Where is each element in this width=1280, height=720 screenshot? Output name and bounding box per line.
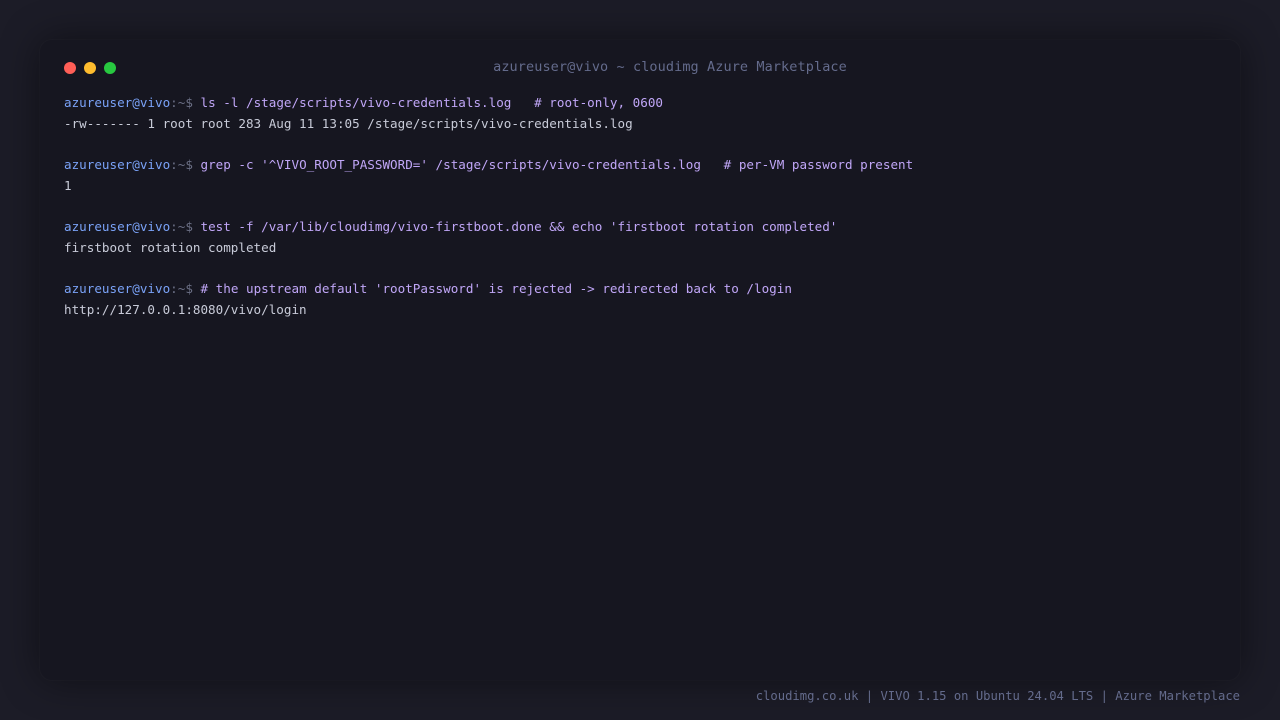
command-text: # the upstream default 'rootPassword' is… (200, 281, 792, 296)
prompt-user-host: azureuser@vivo (64, 219, 171, 234)
terminal-window: azureuser@vivo ~ cloudimg Azure Marketpl… (40, 40, 1240, 680)
window-titlebar: azureuser@vivo ~ cloudimg Azure Marketpl… (40, 40, 1240, 96)
prompt-path: :~$ (170, 95, 201, 110)
prompt-path: :~$ (170, 157, 201, 172)
command-text: grep -c '^VIVO_ROOT_PASSWORD=' /stage/sc… (200, 157, 914, 172)
command-text: ls -l /stage/scripts/vivo-credentials.lo… (200, 95, 664, 110)
command-output: firstboot rotation completed (64, 240, 277, 255)
prompt-user-host: azureuser@vivo (64, 157, 171, 172)
command-line: azureuser@vivo:~$ # the upstream default… (64, 278, 1224, 299)
command-output: http://127.0.0.1:8080/vivo/login (64, 302, 307, 317)
window-title: azureuser@vivo ~ cloudimg Azure Marketpl… (493, 59, 847, 75)
prompt-path: :~$ (170, 219, 201, 234)
command-line: azureuser@vivo:~$ ls -l /stage/scripts/v… (64, 92, 1224, 113)
footer-caption: cloudimg.co.uk | VIVO 1.15 on Ubuntu 24.… (755, 689, 1240, 703)
command-line: azureuser@vivo:~$ test -f /var/lib/cloud… (64, 216, 1224, 237)
command-output: 1 (64, 178, 72, 193)
command-output: -rw------- 1 root root 283 Aug 11 13:05 … (64, 116, 633, 131)
command-line: azureuser@vivo:~$ grep -c '^VIVO_ROOT_PA… (64, 154, 1224, 175)
prompt-path: :~$ (170, 281, 201, 296)
terminal-output[interactable]: azureuser@vivo:~$ ls -l /stage/scripts/v… (64, 92, 1224, 320)
prompt-user-host: azureuser@vivo (64, 95, 171, 110)
command-text: test -f /var/lib/cloudimg/vivo-firstboot… (200, 219, 838, 234)
prompt-user-host: azureuser@vivo (64, 281, 171, 296)
